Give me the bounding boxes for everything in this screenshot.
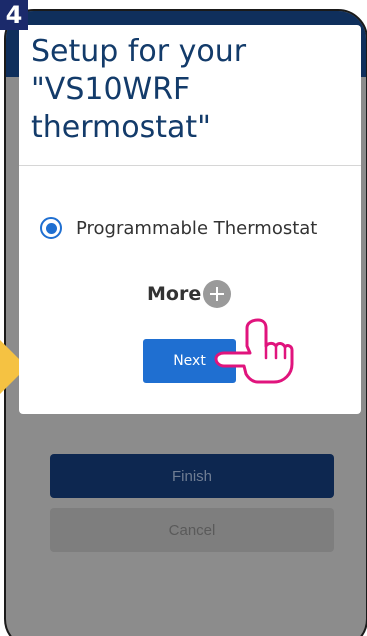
- plus-icon[interactable]: [203, 280, 232, 308]
- more-label: More: [147, 283, 202, 305]
- radio-selected-icon[interactable]: [40, 217, 62, 239]
- pointing-hand-icon: [214, 318, 294, 384]
- programmable-thermostat-option[interactable]: Programmable Thermostat: [40, 217, 317, 239]
- step-number-badge: 4: [0, 0, 28, 30]
- more-toggle[interactable]: More: [147, 280, 232, 308]
- option-label: Programmable Thermostat: [76, 217, 318, 239]
- cancel-button[interactable]: Cancel: [50, 508, 334, 552]
- modal-title: Setup for your "VS10WRF thermostat": [31, 34, 247, 145]
- modal-divider: [19, 165, 361, 166]
- radio-dot: [45, 222, 57, 234]
- finish-button[interactable]: Finish: [50, 454, 334, 498]
- setup-modal: Setup for your "VS10WRF thermostat" Prog…: [19, 25, 361, 414]
